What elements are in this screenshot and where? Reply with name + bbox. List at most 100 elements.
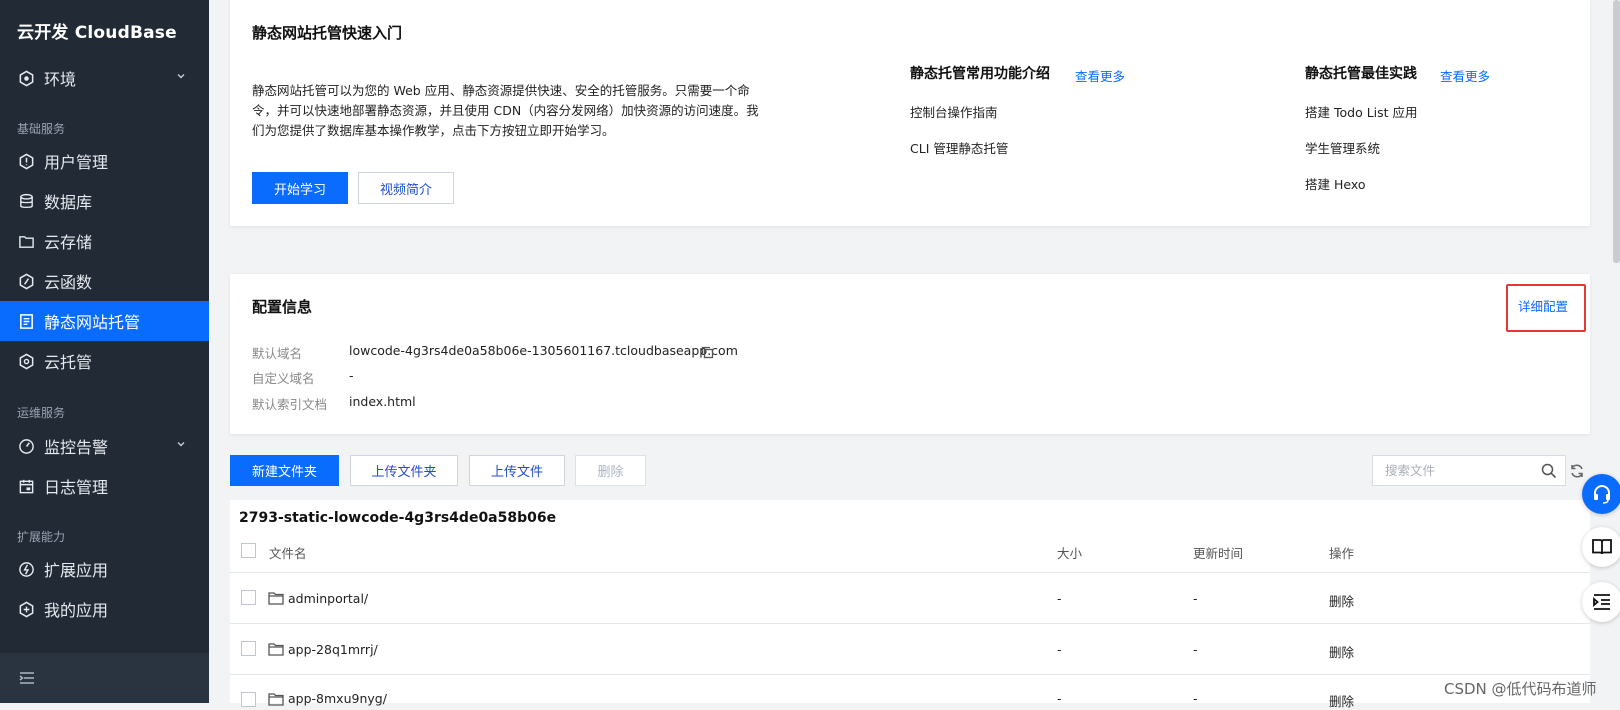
- practice-item[interactable]: 学生管理系统: [1305, 138, 1380, 157]
- function-icon: [17, 272, 35, 290]
- upload-folder-button[interactable]: 上传文件夹: [350, 455, 458, 486]
- sidebar-item-ext-apps[interactable]: 扩展应用: [0, 549, 209, 589]
- default-domain-link[interactable]: lowcode-4g3rs4de0a58b06e-1305601167.tclo…: [349, 343, 738, 358]
- delete-button[interactable]: 删除: [575, 455, 646, 486]
- file-size: -: [1057, 591, 1062, 606]
- menu-button[interactable]: [1582, 582, 1620, 622]
- upload-file-button[interactable]: 上传文件: [469, 455, 565, 486]
- sidebar-item-functions[interactable]: 云函数: [0, 261, 209, 301]
- folder-icon: [268, 592, 284, 605]
- sidebar-item-label: 用户管理: [44, 153, 109, 172]
- sidebar-item-label: 云托管: [44, 353, 93, 372]
- file-updated: -: [1193, 591, 1198, 606]
- features-item[interactable]: 控制台操作指南: [910, 102, 998, 121]
- extension-icon: [17, 560, 35, 578]
- features-item[interactable]: CLI 管理静态托管: [910, 138, 1008, 157]
- features-title: 静态托管常用功能介绍: [910, 66, 1050, 82]
- folder-icon: [17, 232, 35, 250]
- env-icon: [17, 69, 35, 87]
- file-size: -: [1057, 691, 1062, 706]
- file-updated: -: [1193, 691, 1198, 706]
- calendar-icon: [17, 477, 35, 495]
- search-input[interactable]: [1383, 462, 1537, 479]
- sidebar-item-label: 日志管理: [44, 478, 109, 497]
- divider: [230, 674, 1590, 675]
- support-button[interactable]: [1582, 474, 1620, 514]
- book-icon: [1592, 539, 1612, 555]
- desc-line: 静态网站托管可以为您的 Web 应用、静态资源提供快速、安全的托管服务。只需要一…: [252, 83, 750, 98]
- sidebar-item-hosting[interactable]: 静态网站托管: [0, 301, 209, 341]
- column-header-updated: 更新时间: [1193, 546, 1244, 561]
- search-icon[interactable]: [1541, 463, 1557, 479]
- sidebar-item-label: 我的应用: [44, 601, 109, 620]
- gauge-icon: [17, 437, 35, 455]
- divider: [230, 572, 1590, 573]
- sidebar-item-users[interactable]: 用户管理: [0, 141, 209, 181]
- sidebar: 云开发 CloudBase 环境 基础服务 用户管理 数据库 云存储 云函数 静…: [0, 0, 209, 703]
- sidebar-item-logs[interactable]: 日志管理: [0, 466, 209, 506]
- index-doc-value: index.html: [349, 394, 416, 409]
- sidebar-item-label: 监控告警: [44, 438, 109, 457]
- file-search[interactable]: [1372, 455, 1566, 486]
- row-delete-link[interactable]: 删除: [1329, 642, 1354, 661]
- quickstart-title: 静态网站托管快速入门: [252, 24, 403, 42]
- desc-line: 令，并可以快速地部署静态资源，并且使用 CDN（内容分发网络）加快资源的访问速度…: [252, 103, 759, 118]
- watermark: CSDN @低代码布道师: [1444, 680, 1597, 698]
- sidebar-footer: [0, 653, 209, 703]
- file-name-link[interactable]: app-28q1mrrj/: [288, 642, 378, 657]
- video-intro-button[interactable]: 视频简介: [358, 172, 454, 204]
- default-domain-label: 默认域名: [252, 346, 303, 361]
- bucket-name: 2793-static-lowcode-4g3rs4de0a58b06e: [239, 510, 557, 526]
- env-label: 环境: [44, 70, 77, 89]
- practice-item[interactable]: 搭建 Hexo: [1305, 174, 1366, 193]
- sidebar-item-monitor[interactable]: 监控告警: [0, 426, 209, 466]
- divider: [230, 623, 1590, 624]
- file-name-link[interactable]: adminportal/: [288, 591, 368, 606]
- folder-icon: [268, 643, 284, 656]
- env-selector[interactable]: 环境: [0, 58, 209, 98]
- custom-domain-label: 自定义域名: [252, 371, 315, 386]
- sidebar-item-cloudrun[interactable]: 云托管: [0, 341, 209, 381]
- practice-more-link[interactable]: 查看更多: [1440, 66, 1490, 85]
- row-checkbox[interactable]: [241, 590, 256, 605]
- highlight-box: [1506, 284, 1586, 332]
- document-icon: [17, 312, 35, 330]
- headset-icon: [1594, 485, 1610, 504]
- desc-line: 们为您提供了数据库基本操作教学，点击下方按钮立即开始学习。: [252, 123, 615, 138]
- start-learning-button[interactable]: 开始学习: [252, 172, 348, 204]
- sidebar-item-storage[interactable]: 云存储: [0, 221, 209, 261]
- file-updated: -: [1193, 642, 1198, 657]
- scrollbar[interactable]: [1613, 0, 1620, 263]
- row-delete-link[interactable]: 删除: [1329, 691, 1354, 710]
- column-header-actions: 操作: [1329, 546, 1355, 561]
- nav-group-basic: 基础服务: [17, 122, 66, 136]
- database-icon: [17, 192, 35, 210]
- select-all-checkbox[interactable]: [241, 543, 256, 558]
- docs-button[interactable]: [1582, 527, 1620, 567]
- new-folder-button[interactable]: 新建文件夹: [230, 455, 339, 486]
- sidebar-item-label: 云函数: [44, 273, 93, 292]
- quickstart-card: 静态网站托管快速入门 静态网站托管可以为您的 Web 应用、静态资源提供快速、安…: [230, 0, 1590, 226]
- nav-group-ext: 扩展能力: [17, 530, 66, 544]
- file-size: -: [1057, 642, 1062, 657]
- copy-icon[interactable]: [701, 346, 714, 359]
- row-delete-link[interactable]: 删除: [1329, 591, 1354, 610]
- index-doc-label: 默认索引文档: [252, 397, 328, 412]
- indent-menu-icon: [1593, 594, 1610, 610]
- user-shield-icon: [17, 152, 35, 170]
- collapse-menu-icon[interactable]: [18, 669, 36, 687]
- features-more-link[interactable]: 查看更多: [1075, 66, 1125, 85]
- sidebar-item-label: 静态网站托管: [44, 313, 141, 332]
- sidebar-item-label: 扩展应用: [44, 561, 109, 580]
- row-checkbox[interactable]: [241, 692, 256, 707]
- chevron-down-icon: [177, 442, 185, 447]
- sidebar-item-my-apps[interactable]: 我的应用: [0, 589, 209, 629]
- config-card: 配置信息 详细配置 默认域名 lowcode-4g3rs4de0a58b06e-…: [230, 274, 1590, 434]
- sidebar-item-database[interactable]: 数据库: [0, 181, 209, 221]
- row-checkbox[interactable]: [241, 641, 256, 656]
- refresh-icon[interactable]: [1569, 463, 1585, 479]
- file-name-link[interactable]: app-8mxu9nyg/: [288, 691, 387, 706]
- chevron-down-icon: [177, 74, 185, 79]
- practice-item[interactable]: 搭建 Todo List 应用: [1305, 102, 1418, 121]
- sidebar-item-label: 数据库: [44, 193, 93, 212]
